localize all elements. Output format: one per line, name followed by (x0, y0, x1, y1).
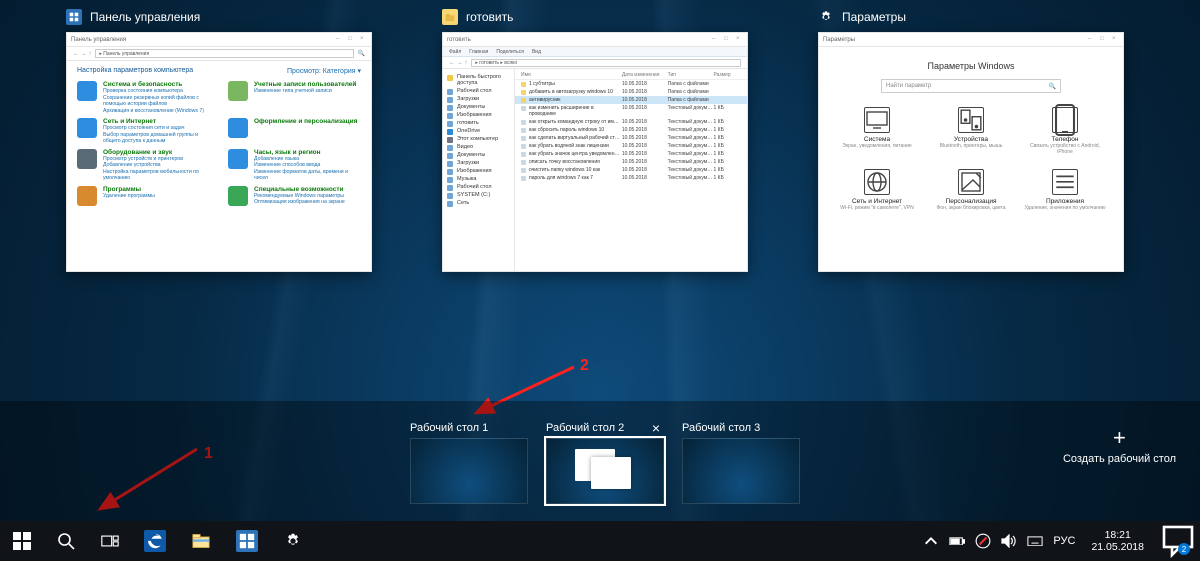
notification-badge: 2 (1178, 543, 1190, 555)
language-indicator[interactable]: РУС (1053, 535, 1075, 547)
vd-thumb[interactable] (682, 438, 800, 504)
annotation-2: 2 (580, 357, 589, 375)
vd-thumb[interactable] (410, 438, 528, 504)
tray-chevron-icon[interactable] (923, 533, 939, 549)
vd-label: Рабочий стол 2 (546, 422, 624, 434)
start-button[interactable] (0, 521, 44, 561)
taskbar: РУС 18:21 21.05.2018 2 (0, 521, 1200, 561)
keyboard-icon[interactable] (1027, 533, 1043, 549)
vd-label: Рабочий стол 1 (410, 422, 488, 434)
control-panel-icon (66, 9, 82, 25)
battery-icon[interactable] (949, 533, 965, 549)
virtual-desktop-3[interactable]: Рабочий стол 3 (682, 418, 800, 504)
thumb-control-panel[interactable]: Панель управления–□× ← → ↑▸ Панель управ… (66, 32, 372, 272)
new-desktop-button[interactable]: + Создать рабочий стол (1063, 427, 1176, 465)
new-desktop-label: Создать рабочий стол (1063, 453, 1176, 465)
thumb-explorer[interactable]: готовить–□× ФайлГлавнаяПоделитьсяВид ← →… (442, 32, 748, 272)
control-panel-app[interactable] (224, 521, 270, 561)
app-title-control-panel[interactable]: Панель управления (66, 6, 372, 28)
clock-date: 21.05.2018 (1091, 541, 1144, 553)
virtual-desktop-2[interactable]: Рабочий стол 2 × (546, 418, 664, 504)
app-title-label: Параметры (842, 10, 906, 24)
volume-icon[interactable] (1001, 533, 1017, 549)
search-button[interactable] (44, 521, 88, 561)
clock[interactable]: 18:21 21.05.2018 (1085, 529, 1150, 553)
gear-icon (818, 9, 834, 25)
network-icon[interactable] (975, 533, 991, 549)
task-view-button[interactable] (88, 521, 132, 561)
app-title-settings[interactable]: Параметры (818, 6, 1124, 28)
virtual-desktop-strip: Рабочий стол 1 Рабочий стол 2 × Рабочий … (0, 401, 1200, 521)
explorer-app[interactable] (178, 521, 224, 561)
app-title-explorer[interactable]: готовить (442, 6, 748, 28)
settings-app[interactable] (270, 521, 316, 561)
vd-label: Рабочий стол 3 (682, 422, 760, 434)
folder-icon (442, 9, 458, 25)
clock-time: 18:21 (1091, 529, 1144, 541)
edge-app[interactable] (132, 521, 178, 561)
thumb-settings[interactable]: Параметры–□× Параметры Windows Найти пар… (818, 32, 1124, 272)
plus-icon: + (1063, 427, 1176, 449)
app-title-label: Панель управления (90, 10, 200, 24)
app-title-label: готовить (466, 10, 513, 24)
virtual-desktop-1[interactable]: Рабочий стол 1 (410, 418, 528, 504)
action-center-button[interactable]: 2 (1160, 521, 1196, 561)
close-icon[interactable]: × (652, 421, 660, 435)
